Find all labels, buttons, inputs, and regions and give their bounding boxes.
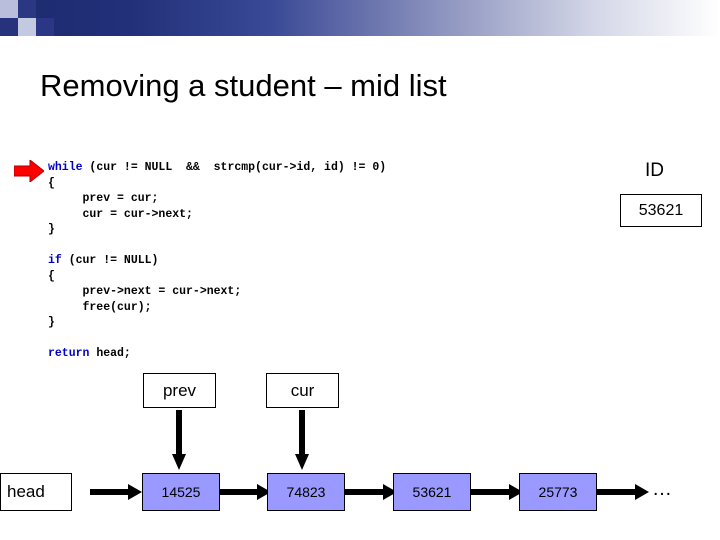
id-label: ID <box>645 160 664 181</box>
page-title: Removing a student – mid list <box>40 68 447 103</box>
code-text: prev->next = cur->next; <box>48 285 242 298</box>
arrow-down-cur-icon <box>295 410 309 470</box>
code-line: free(cur); <box>48 300 386 316</box>
list-ellipsis: … <box>652 478 674 500</box>
list-node: 25773 <box>519 473 597 511</box>
code-line: if (cur != NULL) <box>48 253 386 269</box>
list-node: 74823 <box>267 473 345 511</box>
code-keyword: return <box>48 347 90 360</box>
code-keyword: if <box>48 254 62 267</box>
code-line: } <box>48 222 386 238</box>
arrow-down-prev-icon <box>172 410 186 470</box>
arrow-right-icon <box>471 484 523 500</box>
banner-square-3 <box>0 18 18 36</box>
code-line: cur = cur->next; <box>48 207 386 223</box>
code-text: free(cur); <box>48 300 152 314</box>
code-text: (cur != NULL) <box>61 254 159 267</box>
code-line: return head; <box>48 346 386 362</box>
code-text: } <box>48 316 55 329</box>
pointer-label-cur: cur <box>266 373 339 408</box>
pointer-label-prev: prev <box>143 373 216 408</box>
banner-gradient <box>0 0 720 36</box>
arrow-right-icon <box>345 484 397 500</box>
arrow-right-icon <box>219 484 271 500</box>
arrow-right-icon <box>597 484 649 500</box>
red-arrow-bullet-icon <box>14 160 44 182</box>
list-node: 53621 <box>393 473 471 511</box>
code-line: prev->next = cur->next; <box>48 284 386 300</box>
code-block: while (cur != NULL && strcmp(cur->id, id… <box>48 160 386 362</box>
code-keyword: while <box>48 161 83 174</box>
list-node: 14525 <box>142 473 220 511</box>
arrow-right-icon <box>90 484 142 500</box>
code-text: } <box>48 223 55 236</box>
code-text: head; <box>89 347 131 360</box>
code-line: while (cur != NULL && strcmp(cur->id, id… <box>48 160 386 176</box>
code-text: { <box>48 176 55 190</box>
slide-banner <box>0 0 720 36</box>
head-box: head <box>0 473 72 511</box>
banner-square-4 <box>18 18 36 36</box>
banner-square-5 <box>36 18 54 36</box>
code-line: { <box>48 269 386 285</box>
banner-underline <box>0 36 720 39</box>
code-text: cur = cur->next; <box>48 207 193 221</box>
code-text: prev = cur; <box>48 192 159 205</box>
id-value-box: 53621 <box>620 194 702 227</box>
code-text: { <box>48 269 55 283</box>
banner-square-2 <box>18 0 36 18</box>
code-line: { <box>48 176 386 192</box>
code-line: prev = cur; <box>48 191 386 207</box>
code-text: (cur != NULL && strcmp(cur->id, id) != 0… <box>82 161 387 174</box>
code-line: } <box>48 315 386 331</box>
banner-square-1 <box>0 0 18 18</box>
